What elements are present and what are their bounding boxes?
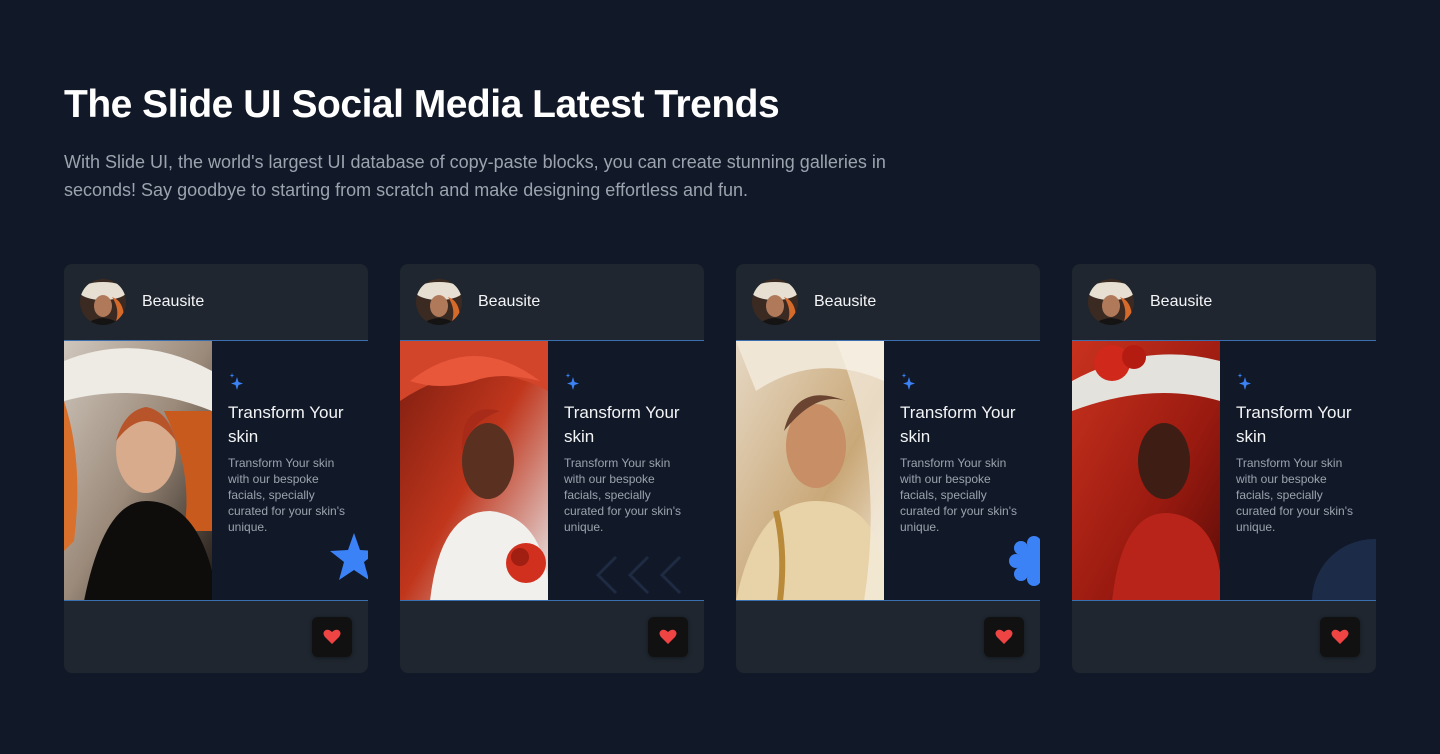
card-body: Transform Your skin Transform Your skin …	[1072, 341, 1376, 601]
like-button[interactable]	[648, 617, 688, 657]
card-title: Transform Your skin	[900, 403, 1016, 446]
star-icon	[330, 533, 368, 580]
flower-icon	[1009, 536, 1040, 586]
card-footer	[736, 601, 1040, 673]
card-footer	[400, 601, 704, 673]
card-title: Transform Your skin	[564, 403, 680, 446]
card-header: Beausite	[736, 264, 1040, 341]
like-button[interactable]	[312, 617, 352, 657]
brand-name: Beausite	[1150, 293, 1213, 310]
heart-icon	[995, 629, 1013, 644]
card-body: Transform Your skin Transform Your skin …	[736, 341, 1040, 601]
portrait-image	[400, 341, 548, 600]
avatar[interactable]	[752, 279, 798, 325]
card-description: Transform Your skin with our bespoke fac…	[228, 456, 346, 534]
avatar[interactable]	[80, 279, 126, 325]
avatar[interactable]	[1088, 279, 1134, 325]
card-footer	[1072, 601, 1376, 673]
like-button[interactable]	[984, 617, 1024, 657]
social-card: Beausite Transform Your skin Transform Y…	[736, 264, 1040, 673]
portrait-image	[64, 341, 212, 600]
heart-icon	[323, 629, 341, 644]
sparkle-icon	[1237, 373, 1251, 390]
card-description: Transform Your skin with our bespoke fac…	[564, 456, 682, 534]
brand-name: Beausite	[142, 293, 205, 310]
card-title: Transform Your skin	[228, 403, 344, 446]
card-gallery: Beausite Transform Your skin Transform Y…	[64, 264, 1376, 673]
card-title: Transform Your skin	[1236, 403, 1352, 446]
sparkle-icon	[565, 373, 579, 390]
card-header: Beausite	[64, 264, 368, 341]
like-button[interactable]	[1320, 617, 1360, 657]
heart-icon	[659, 629, 677, 644]
card-header: Beausite	[400, 264, 704, 341]
page-title: The Slide UI Social Media Latest Trends	[64, 83, 780, 126]
brand-name: Beausite	[814, 293, 877, 310]
sparkle-icon	[229, 373, 243, 390]
avatar[interactable]	[416, 279, 462, 325]
section-header: The Slide UI Social Media Latest Trends …	[64, 82, 964, 204]
card-header: Beausite	[1072, 264, 1376, 341]
card-body: Transform Your skin Transform Your skin …	[400, 341, 704, 601]
card-body: Transform Your skin Transform Your skin …	[64, 341, 368, 601]
card-footer	[64, 601, 368, 673]
brand-name: Beausite	[478, 293, 541, 310]
card-description: Transform Your skin with our bespoke fac…	[1236, 456, 1354, 534]
social-card: Beausite Transform Your skin Transform Y…	[400, 264, 704, 673]
social-card: Beausite Transform Your skin Transform Y…	[1072, 264, 1376, 673]
circle-shape	[1312, 539, 1376, 600]
chevrons-left-icon	[595, 555, 682, 595]
portrait-image	[736, 341, 884, 600]
card-description: Transform Your skin with our bespoke fac…	[900, 456, 1018, 534]
page-subtitle: With Slide UI, the world's largest UI da…	[64, 152, 886, 200]
social-card: Beausite Transform Your skin Transform Y…	[64, 264, 368, 673]
portrait-image	[1072, 341, 1220, 600]
sparkle-icon	[901, 373, 915, 390]
heart-icon	[1331, 629, 1349, 644]
